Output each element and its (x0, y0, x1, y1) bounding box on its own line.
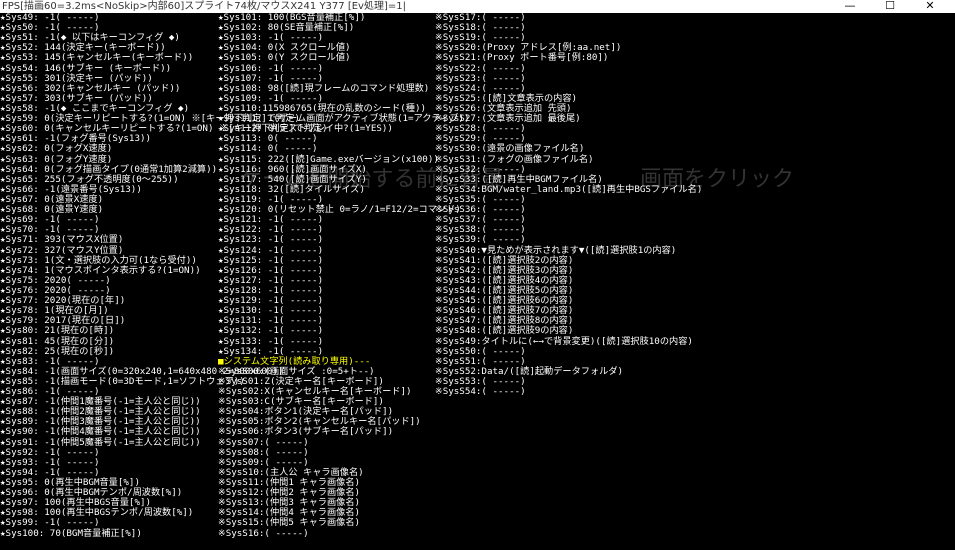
variable-row (435, 488, 702, 498)
close-icon[interactable]: ✕ (910, 0, 950, 13)
variable-row: ※SysS39:( -----) (435, 234, 526, 246)
minimize-icon[interactable]: — (830, 0, 870, 13)
variable-row (435, 438, 702, 448)
variable-row (435, 427, 702, 437)
variable-row (435, 508, 702, 518)
variable-row (435, 417, 702, 427)
variable-row (435, 478, 702, 488)
system-string-column-3: ※SysS17:( -----) ※SysS18:( -----) ※SysS19:… (435, 13, 702, 539)
variable-row (435, 498, 702, 508)
variable-row (435, 407, 702, 417)
variable-row (435, 518, 702, 528)
variable-row: ※SysS30:(遠景の画像ファイル名) (435, 143, 585, 155)
variable-row: ★Sys123: -1( -----) (218, 234, 324, 246)
variable-row (435, 529, 702, 539)
variable-row: ★Sys132: -1( -----) (218, 325, 324, 337)
variable-row: ★Sys114: 0( -----) (218, 143, 318, 155)
variable-row (435, 458, 702, 468)
system-variable-column-2: ★Sys101: 100(BGS音量補正[%]) ★Sys102: 80(SE音量… (218, 13, 470, 539)
window-title: FPS[描画60=3.2ms<NoSkip>内部60]スプライト74枚/マウスX… (2, 1, 406, 12)
variable-row (435, 468, 702, 478)
maximize-icon[interactable]: ☐ (870, 0, 910, 13)
window-titlebar[interactable]: FPS[描画60=3.2ms<NoSkip>内部60]スプライト74枚/マウスX… (0, 0, 955, 13)
variable-row (435, 397, 702, 407)
debug-variable-panel: ゲームを開始する前に背景 画面をクリック ★Sys49: -1( -----) ★… (0, 13, 955, 550)
variable-row (435, 448, 702, 458)
variable-row: ※SysS54:( -----) (435, 386, 526, 398)
variable-row: ※SysS16:( -----) (218, 527, 309, 539)
variable-row: ※SysS48:([読]選択肢9の内容) (435, 325, 574, 337)
